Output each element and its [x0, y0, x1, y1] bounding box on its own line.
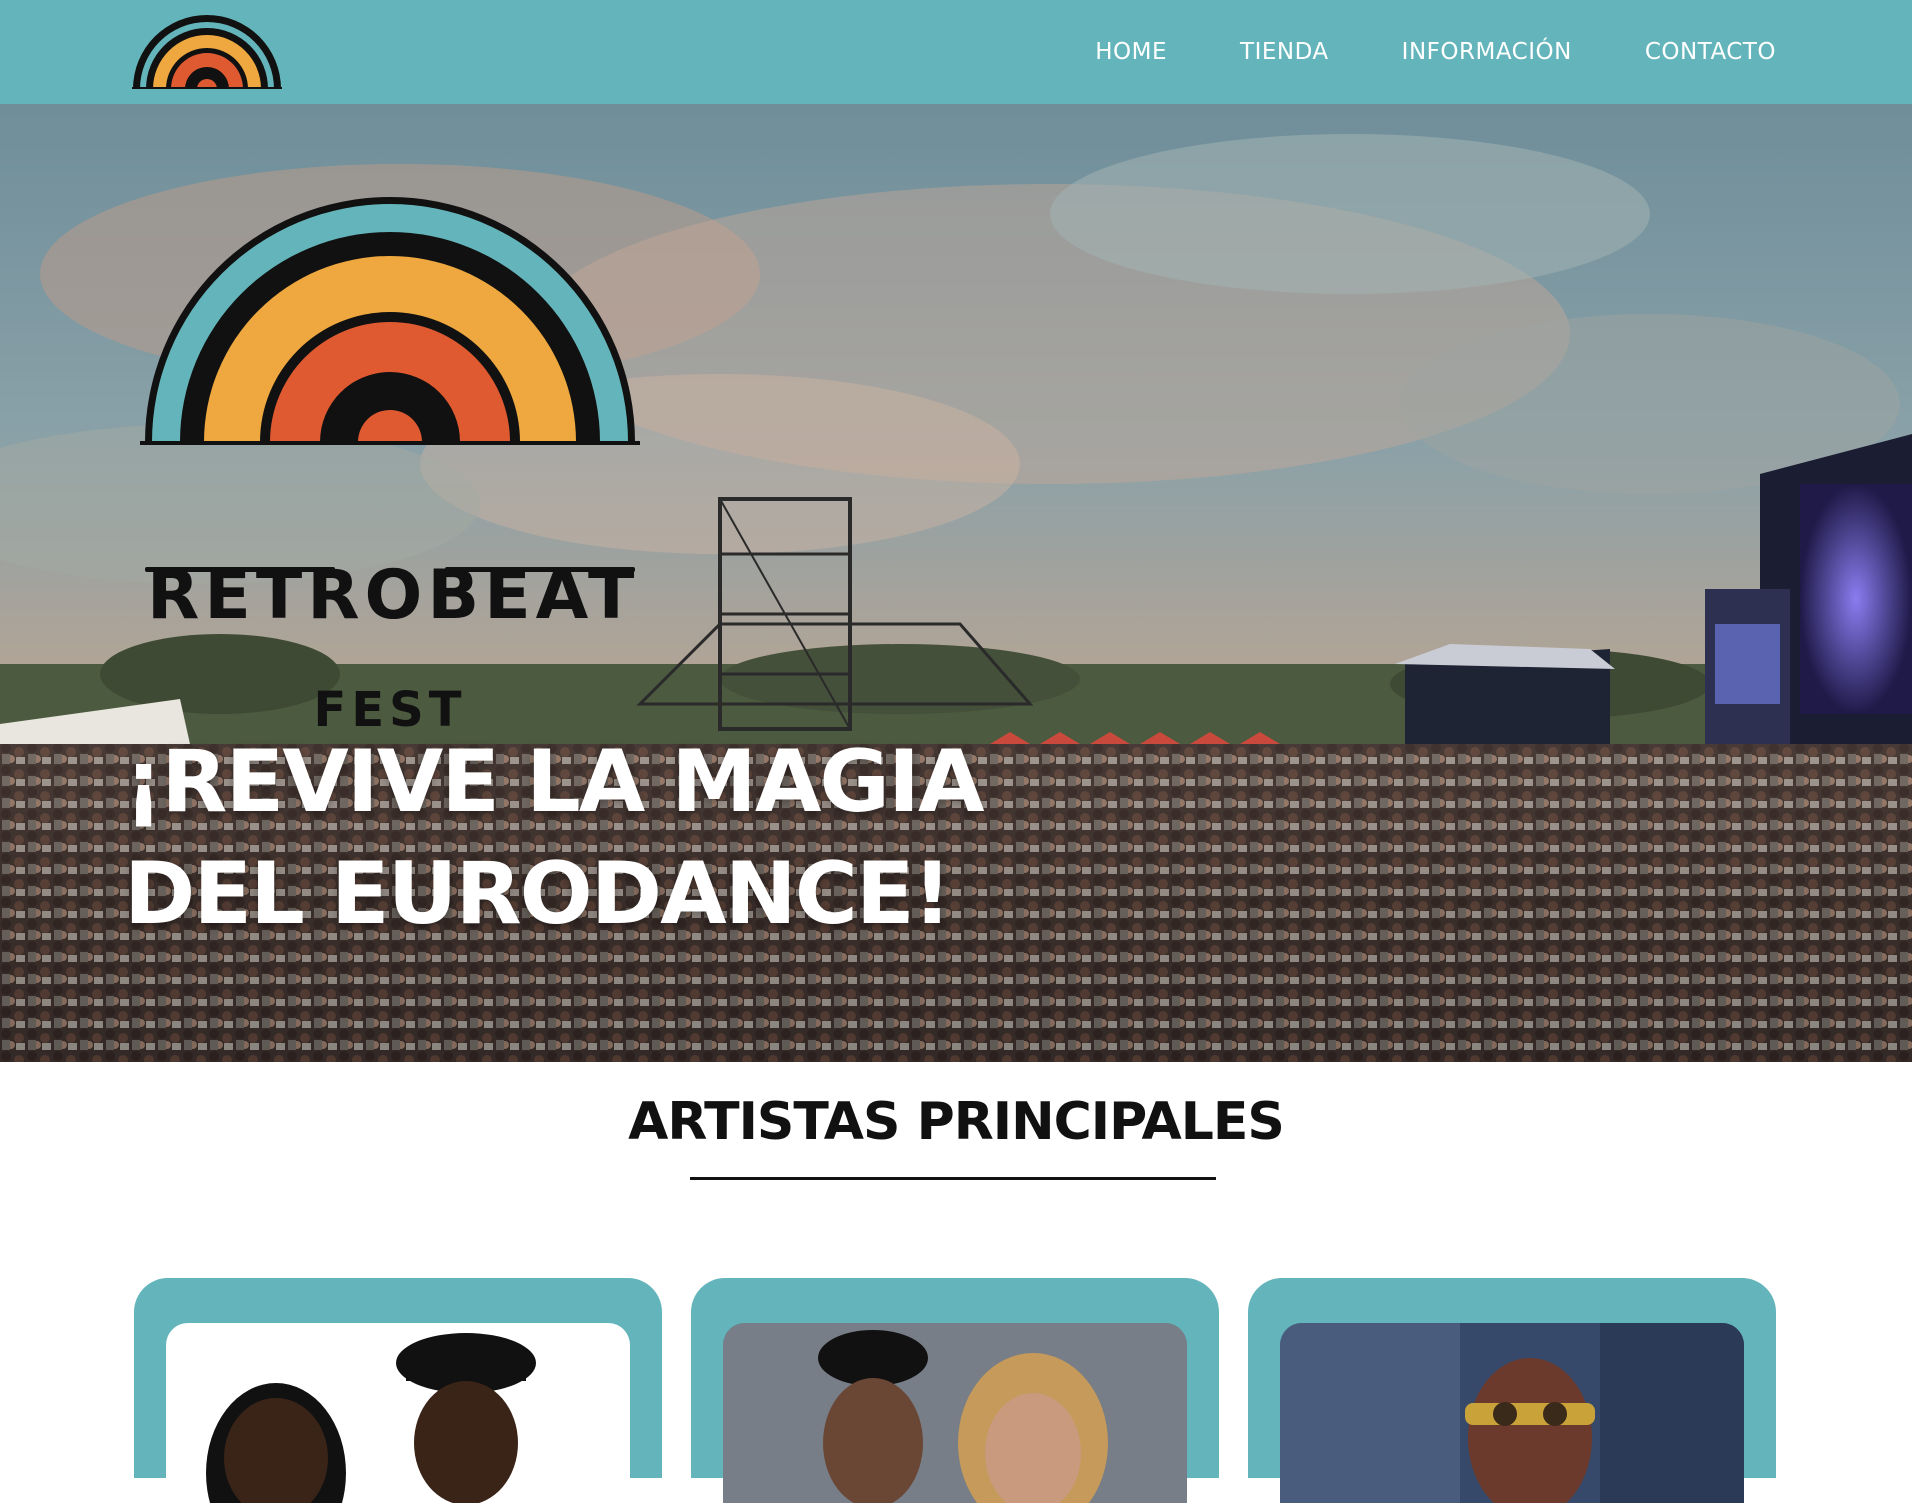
- section-divider: [690, 1177, 1216, 1180]
- hero-banner: RETROBEAT FEST ¡REVIVE LA MAGIA DEL EURO…: [0, 104, 1912, 1062]
- artists-section-title: ARTISTAS PRINCIPALES: [628, 1092, 1285, 1152]
- nav-link-informacion[interactable]: INFORMACIÓN: [1402, 39, 1572, 65]
- retrobeat-logo-icon[interactable]: [132, 14, 282, 89]
- artist-singer-photo-icon: [1280, 1323, 1744, 1503]
- hero-wordmark: RETROBEAT: [147, 556, 640, 635]
- hero-headline-line-1: ¡REVIVE LA MAGIA: [124, 732, 985, 832]
- nav-link-home[interactable]: HOME: [1095, 39, 1167, 65]
- hero-headline-line-2: DEL EURODANCE!: [124, 844, 952, 944]
- artist-card[interactable]: [691, 1278, 1219, 1503]
- artist-duo-photo-icon: [723, 1323, 1187, 1503]
- artist-card[interactable]: [1248, 1278, 1776, 1503]
- retrobeat-fest-hero-logo: [140, 192, 640, 747]
- retrobeat-rainbow-icon: [140, 197, 640, 572]
- nav-link-tienda[interactable]: TIENDA: [1240, 39, 1329, 65]
- artist-card[interactable]: [134, 1278, 662, 1503]
- hero-headline: ¡REVIVE LA MAGIA DEL EURODANCE!: [124, 726, 985, 950]
- artist-duo-photo-icon: [166, 1323, 630, 1503]
- nav-link-contacto[interactable]: CONTACTO: [1645, 39, 1776, 65]
- top-navigation-bar: HOME TIENDA INFORMACIÓN CONTACTO: [0, 0, 1912, 104]
- main-menu: HOME TIENDA INFORMACIÓN CONTACTO: [1022, 0, 1776, 104]
